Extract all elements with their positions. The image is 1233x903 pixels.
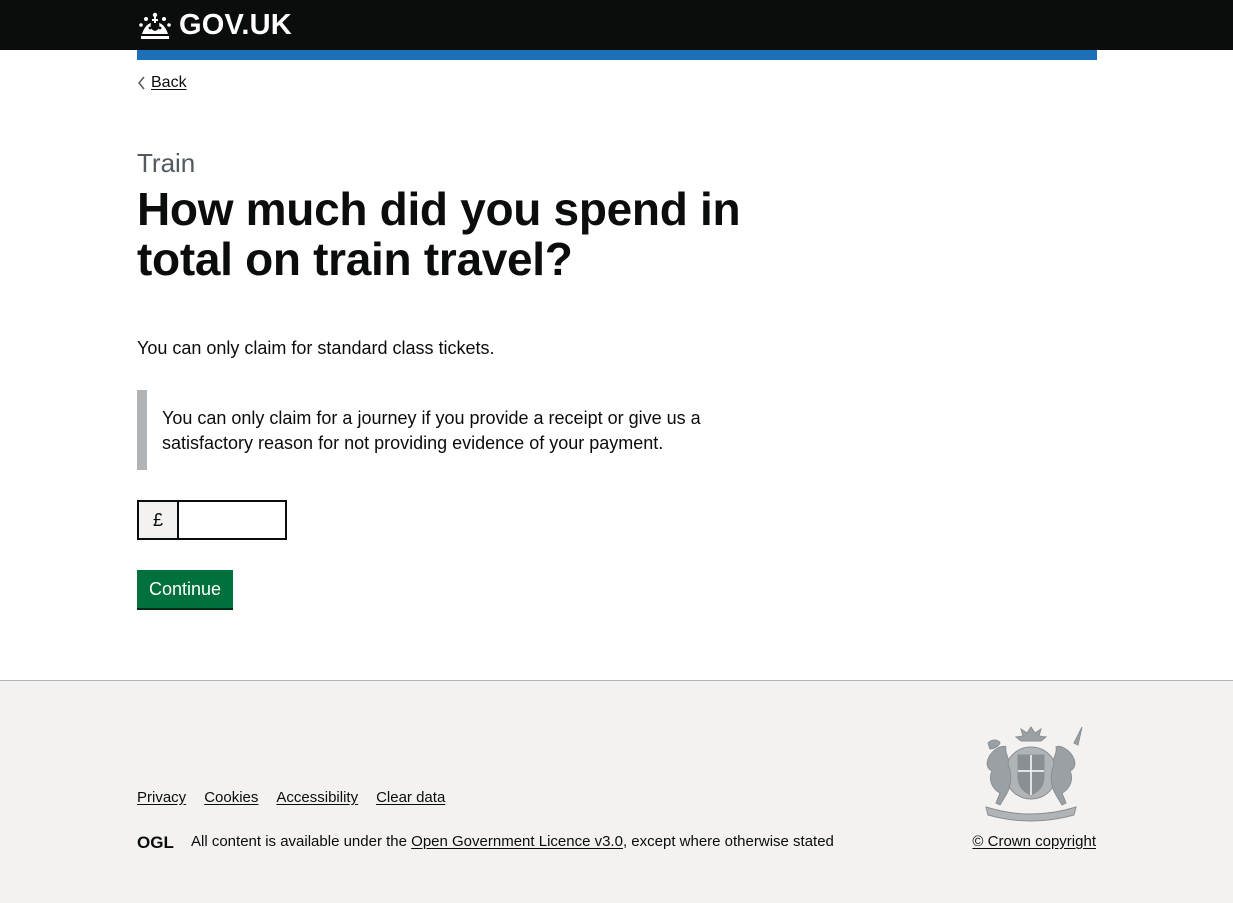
site-footer: Privacy Cookies Accessibility Clear data… [0, 680, 1233, 903]
page-title: How much did you spend in total on train… [137, 183, 741, 285]
back-link-container: Back [137, 74, 187, 92]
licence-link[interactable]: Open Government Licence v3.0 [411, 833, 623, 850]
hint-text: You can only claim for standard class ti… [137, 338, 495, 358]
crown-copyright: © Crown copyright [972, 833, 1096, 850]
ogl-logo: OGL [137, 833, 174, 850]
crown-copyright-link[interactable]: © Crown copyright [972, 833, 1096, 850]
header-accent-bar [137, 50, 1097, 60]
footer-link-cookies[interactable]: Cookies [204, 789, 258, 806]
footer-link-privacy[interactable]: Privacy [137, 789, 186, 806]
crown-icon [139, 12, 171, 39]
currency-prefix: £ [137, 500, 177, 540]
continue-button[interactable]: Continue [137, 570, 234, 608]
footer-link-clear-data[interactable]: Clear data [376, 789, 445, 806]
licence-suffix: , except where otherwise stated [622, 833, 834, 850]
amount-input-wrapper: £ [137, 500, 287, 540]
royal-coat-of-arms-icon [985, 726, 1083, 822]
header-container: GOV.UK [137, 8, 292, 42]
footer-links: Privacy Cookies Accessibility Clear data [137, 789, 463, 806]
footer-link-accessibility[interactable]: Accessibility [276, 789, 358, 806]
question-caption: Train [137, 148, 196, 178]
amount-input[interactable] [177, 500, 287, 540]
licence-statement: OGL All content is available under the O… [137, 833, 834, 850]
back-link[interactable]: Back [151, 74, 187, 92]
inset-text: You can only claim for a journey if you … [137, 390, 737, 470]
svg-text:OGL: OGL [137, 833, 174, 850]
licence-prefix: All content is available under the [191, 833, 407, 850]
govuk-logo-link[interactable]: GOV.UK [137, 9, 292, 42]
chevron-left-icon [138, 76, 145, 90]
logo-text: GOV.UK [179, 8, 292, 41]
site-header: GOV.UK [0, 0, 1233, 50]
